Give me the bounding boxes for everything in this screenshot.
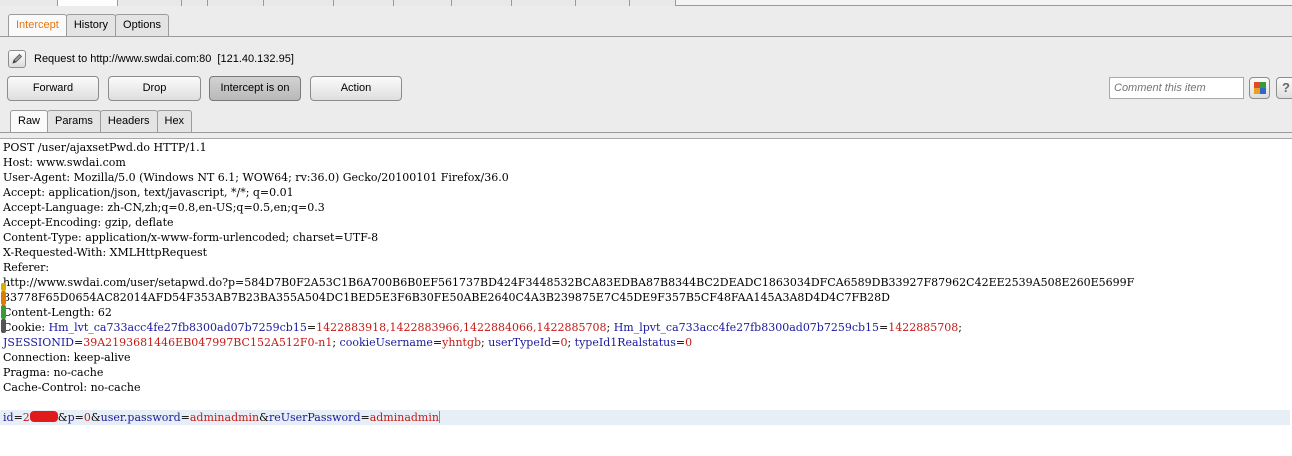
cookie-name: Hm_lvt_ca733acc4fe27fb8300ad07b7259cb15 xyxy=(48,321,307,334)
header-referer: Referer: xyxy=(3,261,50,274)
forward-button[interactable]: Forward xyxy=(7,76,99,101)
help-icon: ? xyxy=(1282,80,1290,95)
cookie-value: 0 xyxy=(560,336,568,349)
drop-button[interactable]: Drop xyxy=(108,76,201,101)
cookie-name: cookieUsername xyxy=(339,336,433,349)
help-button[interactable]: ? xyxy=(1276,77,1292,99)
proxy-panel: Intercept History Options Request to htt… xyxy=(0,6,1292,456)
tab-params[interactable]: Params xyxy=(47,110,101,132)
header-content-length: Content-Length: 62 xyxy=(3,306,112,319)
param-name: reUserPassword xyxy=(268,411,361,424)
tab-headers[interactable]: Headers xyxy=(99,110,158,132)
color-grid-icon xyxy=(1254,82,1266,94)
tab-history[interactable]: History xyxy=(65,14,117,36)
header-cookie-continued: JSESSIONID=39A2193681446EB047997BC152A51… xyxy=(3,336,693,349)
tab-divider xyxy=(0,36,1292,37)
header-content-type: Content-Type: application/x-www-form-url… xyxy=(3,231,379,244)
raw-request-text[interactable]: POST /user/ajaxsetPwd.do HTTP/1.1 Host: w… xyxy=(0,140,1290,425)
header-accept-encoding: Accept-Encoding: gzip, deflate xyxy=(3,216,174,229)
param-name: p xyxy=(67,411,75,424)
tab-options[interactable]: Options xyxy=(115,14,169,36)
param-value: adminadmin xyxy=(369,411,439,424)
referer-url-line-1: http://www.swdai.com/user/setapwd.do?p=5… xyxy=(3,276,1135,289)
param-name: user.password xyxy=(100,411,181,424)
text-caret xyxy=(438,411,440,423)
header-cache-control: Cache-Control: no-cache xyxy=(3,381,141,394)
referer-url-line-2: 83778F65D0654AC82014AFD54F353AB7B23BA355… xyxy=(3,291,890,304)
tab-intercept[interactable]: Intercept xyxy=(8,14,67,36)
header-pragma: Pragma: no-cache xyxy=(3,366,104,379)
cookie-name: Hm_lpvt_ca733acc4fe27fb8300ad07b7259cb15 xyxy=(613,321,880,334)
view-tab-divider xyxy=(0,132,1292,133)
comment-input[interactable] xyxy=(1109,77,1244,99)
param-value: adminadmin xyxy=(189,411,260,424)
param-name: id xyxy=(3,411,14,424)
intercept-toggle-button[interactable]: Intercept is on xyxy=(209,76,301,101)
cookie-value: yhntgb xyxy=(442,336,482,349)
header-accept-language: Accept-Language: zh-CN,zh;q=0.8,en-US;q=… xyxy=(3,201,325,214)
highlight-color-button[interactable] xyxy=(1249,77,1270,99)
param-value: 2 xyxy=(22,411,30,424)
redaction-mark xyxy=(29,411,58,422)
cookie-value: 39A2193681446EB047997BC152A512F0-n1 xyxy=(83,336,333,349)
header-cookie: Cookie: Hm_lvt_ca733acc4fe27fb8300ad07b7… xyxy=(3,321,962,334)
request-edit-icon[interactable] xyxy=(8,50,26,68)
param-value: 0 xyxy=(83,411,91,424)
header-host: Host: www.swdai.com xyxy=(3,156,126,169)
request-line: POST /user/ajaxsetPwd.do HTTP/1.1 xyxy=(3,141,207,154)
editor-gutter-marker xyxy=(0,283,7,333)
header-x-requested-with: X-Requested-With: XMLHttpRequest xyxy=(3,246,208,259)
request-target-label: Request to http://www.swdai.com:80 [121.… xyxy=(34,53,294,65)
cookie-name: JSESSIONID xyxy=(3,336,75,349)
message-view-tabs: Raw Params Headers Hex xyxy=(10,110,193,132)
pencil-icon xyxy=(12,53,23,64)
cookie-name: userTypeId xyxy=(488,336,552,349)
header-user-agent: User-Agent: Mozilla/5.0 (Windows NT 6.1;… xyxy=(3,171,509,184)
request-body: id=2 &p=0&user.password=adminadmin&reUser… xyxy=(0,410,1290,425)
raw-request-editor[interactable]: POST /user/ajaxsetPwd.do HTTP/1.1 Host: w… xyxy=(0,138,1292,456)
tab-hex[interactable]: Hex xyxy=(156,110,193,132)
cookie-value: 1422883918,1422883966,1422884066,1422885… xyxy=(316,321,607,334)
tab-raw[interactable]: Raw xyxy=(10,110,49,132)
cookie-value: 0 xyxy=(685,336,693,349)
header-connection: Connection: keep-alive xyxy=(3,351,131,364)
cookie-label: Cookie: xyxy=(3,321,49,334)
cookie-name: typeId1Realstatus xyxy=(574,336,676,349)
header-accept: Accept: application/json, text/javascrip… xyxy=(3,186,294,199)
proxy-sub-tabs: Intercept History Options xyxy=(8,14,169,36)
cookie-value: 1422885708 xyxy=(888,321,959,334)
action-button[interactable]: Action xyxy=(310,76,402,101)
